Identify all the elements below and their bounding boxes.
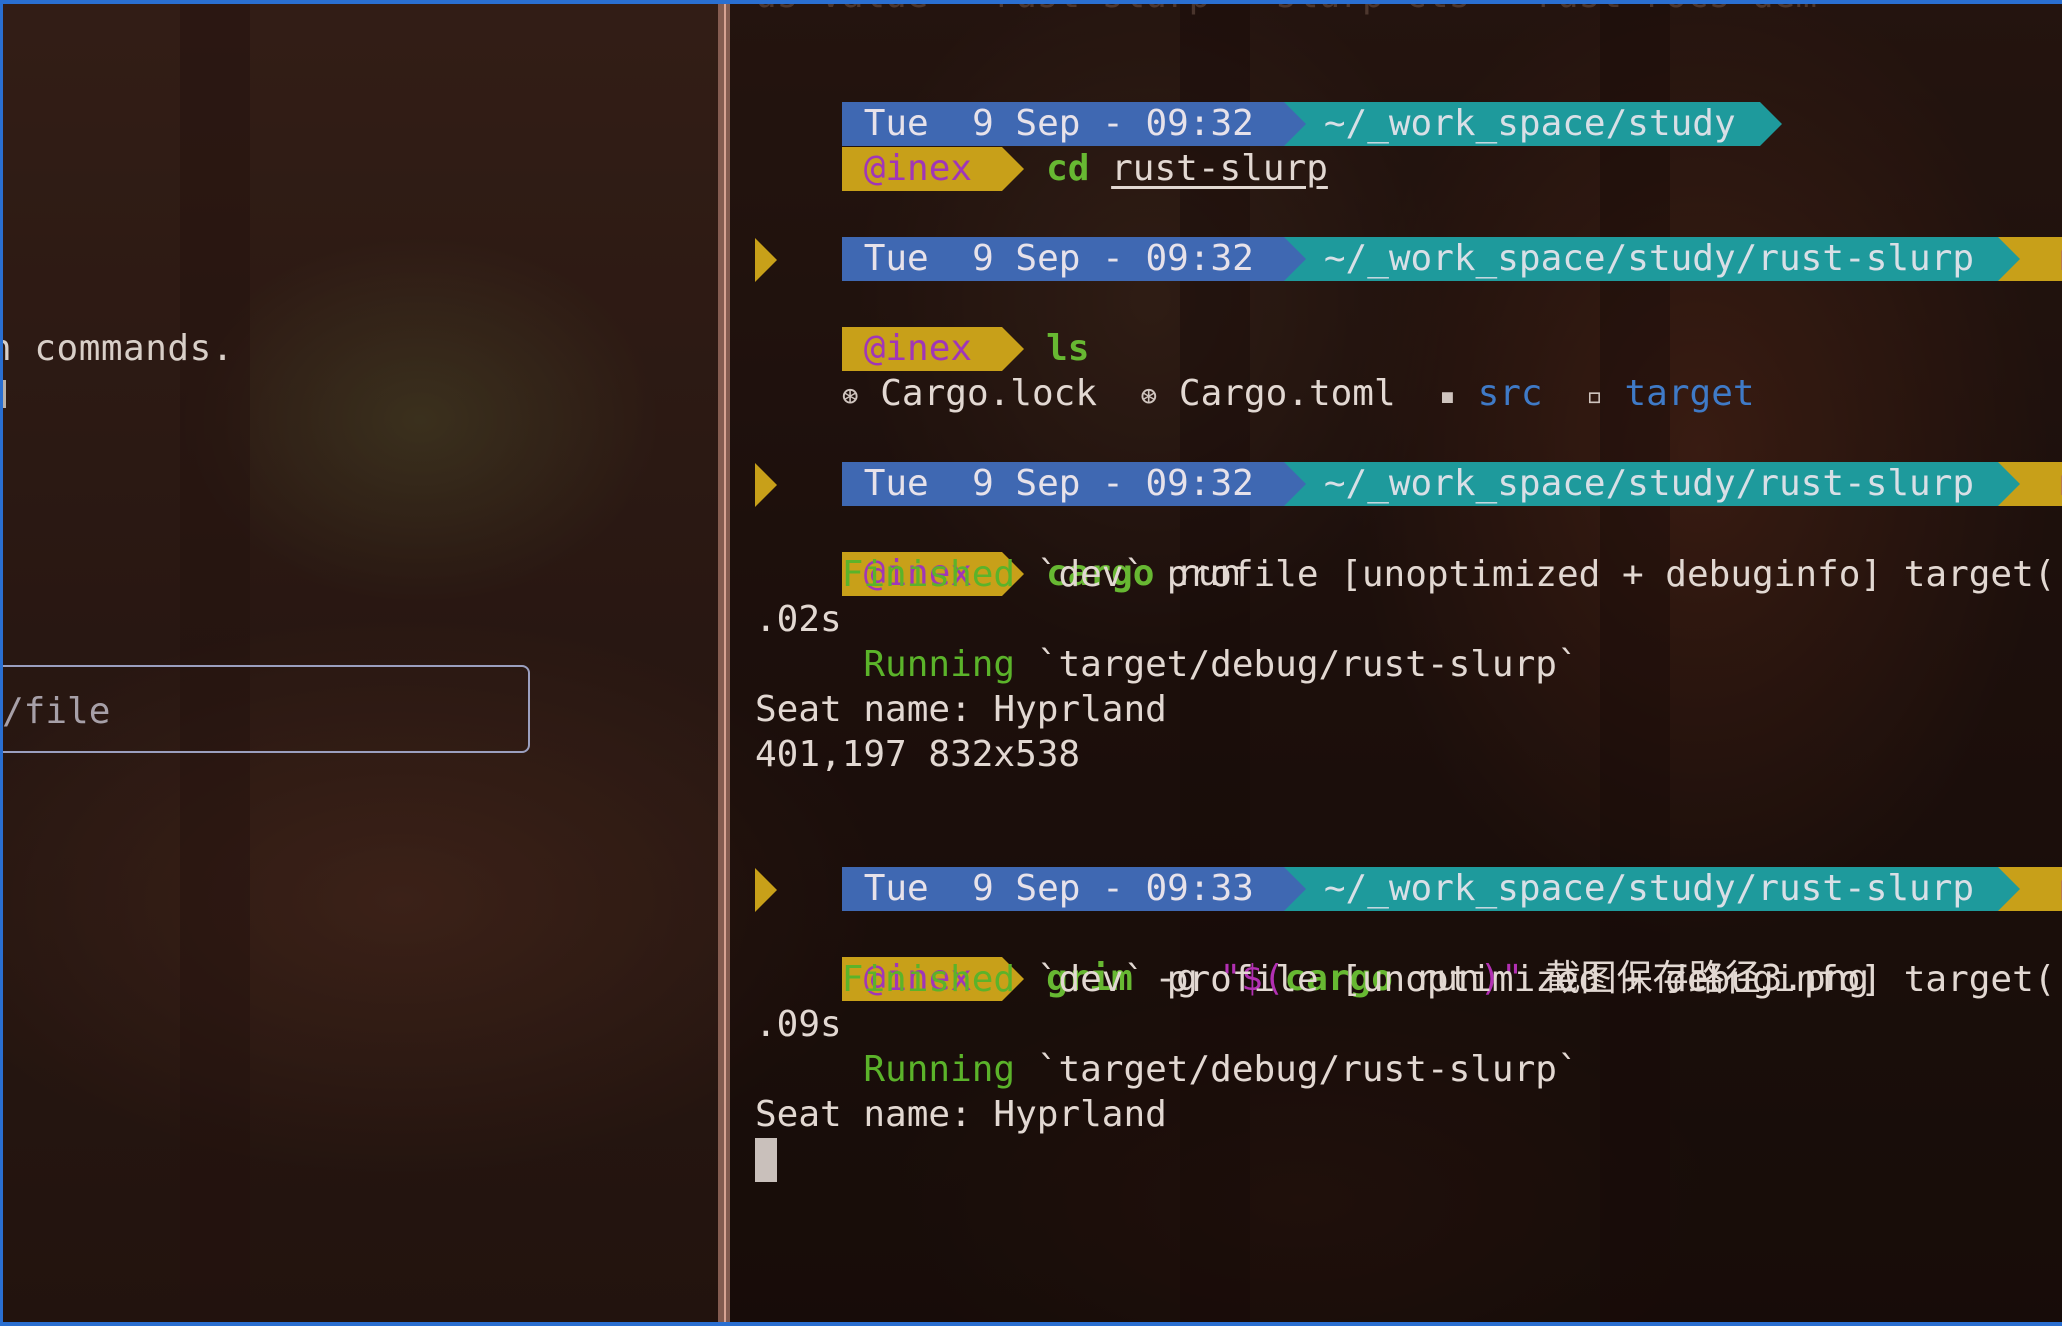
prompt-caret-icon: [755, 463, 777, 507]
prompt-caret-icon: [755, 868, 777, 912]
output-text: Seat name: Hyprland: [755, 689, 1167, 730]
output-text: Seat name: Hyprland: [755, 1094, 1167, 1135]
file-name[interactable]: Cargo.toml: [1179, 373, 1396, 414]
left-window[interactable]: n commands. /file: [0, 0, 720, 1326]
output-line: .02s: [755, 598, 842, 642]
prompt-date-segment: Tue 9 Sep - 09:32: [841, 237, 1306, 281]
folder-icon: ▪: [1439, 379, 1456, 412]
window-divider-line: [724, 0, 726, 1326]
output-text: 401,197 832x538: [755, 734, 1081, 775]
output-line: .09s: [755, 1003, 842, 1047]
directory-name[interactable]: target: [1625, 373, 1755, 414]
command-line[interactable]: @inex grim -g "$(cargo run)" 截图保存路径3.png: [755, 913, 1869, 1001]
prompt-path-segment: ~/_work_space/study/rust-slurp: [1283, 237, 2021, 281]
prompt-status-line: Tue 9 Sep - 09:32 ~/_work_space/study: [755, 58, 1782, 146]
directory-name[interactable]: src: [1478, 373, 1543, 414]
file-name[interactable]: Cargo.lock: [880, 373, 1097, 414]
output-text: `target/debug/rust-slurp`: [1015, 1049, 1579, 1090]
prompt-date-segment: Tue 9 Sep - 09:33: [841, 867, 1306, 911]
output-line: Finished `dev` profile [unoptimized + de…: [755, 958, 2056, 1002]
output-line: 401,197 832x538: [755, 733, 1080, 777]
active-window-border: [0, 0, 2062, 4]
terminal-cursor: [755, 1138, 777, 1182]
active-window-border: [0, 0, 3, 1326]
prompt-path-segment: ~/_work_space/study/rust-slurp: [1283, 867, 2021, 911]
prompt-status-line: Tue 9 Sep - 09:33 ~/_work_space/study/rus…: [755, 823, 2062, 911]
ls-output: ⊛ Cargo.lock ⊛ Cargo.toml ▪ src ▫ target: [755, 328, 1755, 414]
prompt-continuation: [755, 238, 777, 282]
output-line: Seat name: Hyprland: [755, 1093, 1167, 1137]
left-help-text: n commands.: [0, 328, 234, 369]
toml-file-icon: ⊛: [1140, 379, 1158, 412]
command-name: cd: [1046, 148, 1090, 189]
output-line: Running `target/debug/rust-slurp`: [755, 643, 1579, 687]
prompt-continuation: [755, 868, 777, 912]
output-text: `dev` profile [unoptimized + debuginfo] …: [1015, 959, 2056, 1000]
left-path-input-placeholder: /file: [2, 691, 111, 732]
output-line: Finished `dev` profile [unoptimized + de…: [755, 553, 2056, 597]
command-line[interactable]: @inex ls: [755, 283, 1089, 371]
status-word: Running: [863, 1049, 1016, 1090]
prompt-caret-icon: [755, 238, 777, 282]
status-word: Finished: [841, 959, 1016, 1000]
active-window-border: [0, 1322, 2062, 1326]
output-text: `dev` profile [unoptimized + debuginfo] …: [1015, 554, 2056, 595]
command-argument: rust-slurp: [1111, 148, 1328, 189]
status-word: Finished: [841, 554, 1016, 595]
prompt-status-line: Tue 9 Sep - 09:32 ~/_work_space/study/rus…: [755, 193, 2062, 281]
output-text: .02s: [755, 599, 842, 640]
command-line[interactable]: @inex cargo run: [755, 508, 1241, 596]
output-line: Seat name: Hyprland: [755, 688, 1167, 732]
terminal-window[interactable]: us-value rust-slurp slurp-cts rust-rocs-…: [730, 0, 2062, 1326]
output-text: `target/debug/rust-slurp`: [1015, 644, 1579, 685]
prompt-path-segment: ~/_work_space/study/rust-slurp: [1283, 462, 2021, 506]
command-line[interactable]: @inex cd rust-slurp: [755, 103, 1328, 191]
prompt-continuation: [755, 463, 777, 507]
lock-file-icon: ⊛: [841, 379, 859, 412]
output-text: .09s: [755, 1004, 842, 1045]
folder-open-icon: ▫: [1585, 379, 1603, 412]
prompt-user-segment: @inex: [841, 147, 1025, 191]
status-word: Running: [863, 644, 1016, 685]
prompt-date-segment: Tue 9 Sep - 09:32: [841, 462, 1306, 506]
prompt-status-line: Tue 9 Sep - 09:32 ~/_work_space/study/rus…: [755, 418, 2062, 506]
left-path-input[interactable]: /file: [0, 665, 530, 753]
output-line: Running `target/debug/rust-slurp`: [755, 1048, 1579, 1092]
prompt-path-segment: ~/_work_space/study: [1283, 102, 1782, 146]
